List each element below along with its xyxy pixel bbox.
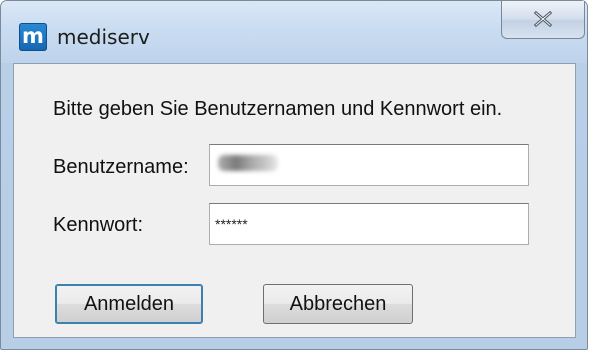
- login-button[interactable]: Anmelden: [55, 284, 203, 324]
- login-prompt-text: Bitte geben Sie Benutzernamen und Kennwo…: [53, 98, 503, 120]
- mediserv-app-icon: m: [19, 23, 47, 51]
- window-title: mediserv: [57, 25, 150, 49]
- close-icon: [533, 10, 553, 28]
- password-label: Kennwort:: [53, 214, 144, 236]
- username-field[interactable]: [209, 144, 529, 186]
- close-button[interactable]: [501, 1, 585, 39]
- title-bar[interactable]: m mediserv: [1, 1, 587, 63]
- username-label: Benutzername:: [53, 156, 189, 178]
- dialog-content: Bitte geben Sie Benutzernamen und Kennwo…: [13, 63, 576, 338]
- password-field[interactable]: [209, 203, 529, 245]
- login-dialog-window: m mediserv Bitte geben Sie Benutzernamen…: [0, 0, 588, 350]
- cancel-button[interactable]: Abbrechen: [263, 284, 413, 324]
- username-value-obscured: [218, 155, 278, 171]
